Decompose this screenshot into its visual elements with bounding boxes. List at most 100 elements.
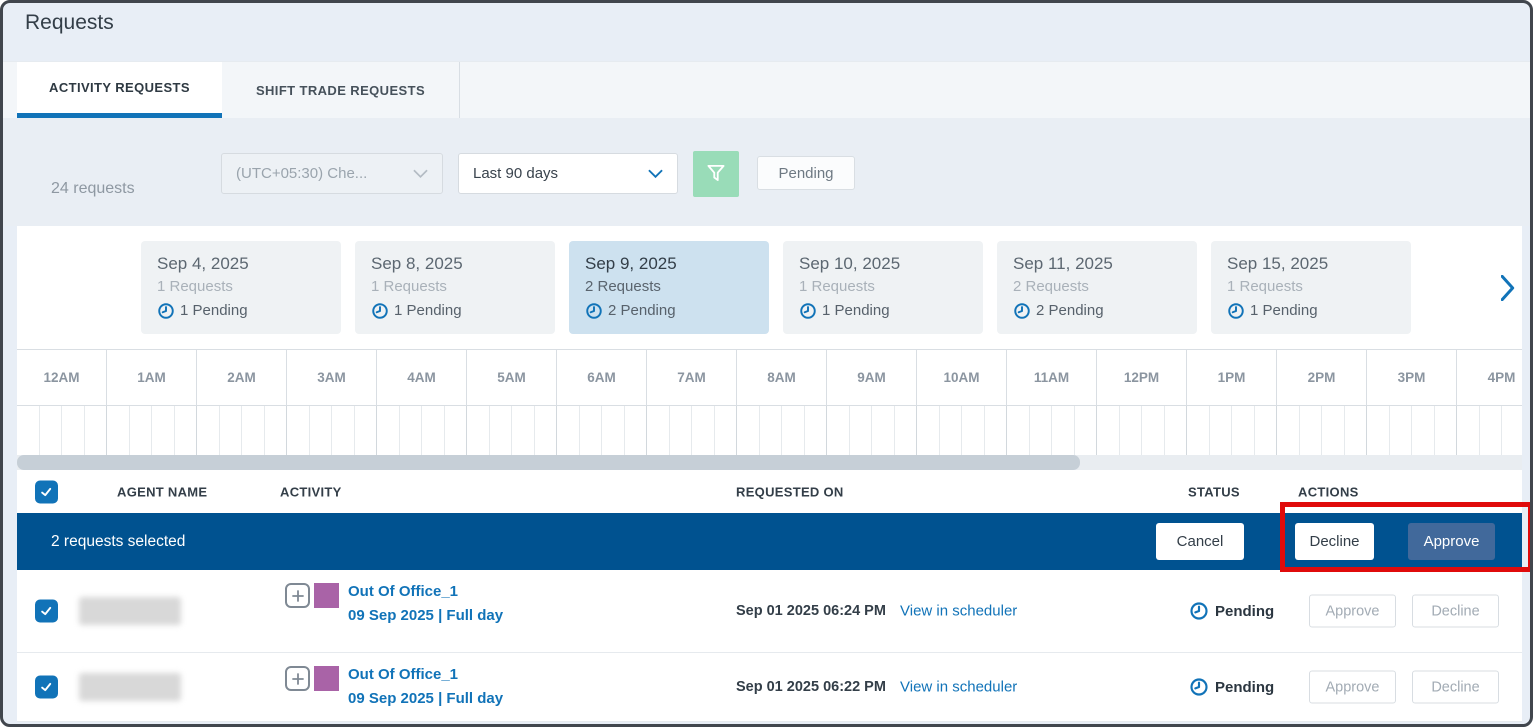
timeline-tick	[872, 406, 895, 455]
timeline-tick	[287, 406, 310, 455]
timeline-tick	[242, 406, 265, 455]
hour-label: 3AM	[317, 370, 346, 385]
table-header: AGENT NAME ACTIVITY REQUESTED ON STATUS …	[17, 470, 1522, 513]
row-checkbox[interactable]	[35, 600, 58, 623]
timeline-tick	[895, 406, 918, 455]
card-date: Sep 15, 2025	[1227, 252, 1395, 276]
selection-count-text: 2 requests selected	[51, 533, 185, 551]
clock-icon	[1013, 302, 1031, 320]
hour-label: 11AM	[1034, 370, 1069, 385]
date-card[interactable]: Sep 4, 2025 1 Requests 1 Pending	[141, 241, 341, 334]
hour-label: 4PM	[1488, 370, 1516, 385]
status-cell: Pending	[1189, 677, 1274, 697]
timeline-tick	[805, 406, 828, 455]
expand-button[interactable]	[285, 666, 310, 691]
filter-button[interactable]	[693, 151, 739, 197]
card-request-count: 1 Requests	[157, 276, 325, 298]
activity-color-swatch	[314, 583, 339, 608]
bulk-approve-button[interactable]: Approve	[1408, 523, 1495, 560]
select-all-checkbox[interactable]	[35, 480, 58, 503]
card-date: Sep 11, 2025	[1013, 252, 1181, 276]
timeline-tick	[962, 406, 985, 455]
column-header-requested-on: REQUESTED ON	[736, 484, 844, 499]
view-in-scheduler-link[interactable]: View in scheduler	[900, 679, 1017, 696]
date-card[interactable]: Sep 10, 2025 1 Requests 1 Pending	[783, 241, 983, 334]
timeline-tick	[580, 406, 603, 455]
timeline-tick	[602, 406, 625, 455]
agent-name-redacted	[79, 597, 181, 625]
timeline-tick	[1232, 406, 1255, 455]
timeline-tick	[152, 406, 175, 455]
timeline-tick	[310, 406, 333, 455]
request-rows: Out Of Office_1 09 Sep 2025 | Full day S…	[17, 570, 1522, 722]
timeline-tick	[1412, 406, 1435, 455]
clock-icon	[585, 302, 603, 320]
hour-label: 6AM	[587, 370, 616, 385]
timeline-tick	[1075, 406, 1098, 455]
clock-icon	[1189, 677, 1209, 697]
timeline-tick	[85, 406, 108, 455]
card-pending-row: 1 Pending	[371, 300, 539, 322]
row-decline-button[interactable]: Decline	[1412, 671, 1499, 704]
tab-strip: ACTIVITY REQUESTS SHIFT TRADE REQUESTS	[3, 61, 1530, 118]
date-card[interactable]: Sep 15, 2025 1 Requests 1 Pending	[1211, 241, 1411, 334]
table-row: Out Of Office_1 09 Sep 2025 | Full day S…	[17, 570, 1522, 653]
date-card[interactable]: Sep 9, 2025 2 Requests 2 Pending	[569, 241, 769, 334]
hour-label: 5AM	[497, 370, 526, 385]
row-checkbox[interactable]	[35, 676, 58, 699]
row-decline-button[interactable]: Decline	[1412, 595, 1499, 628]
requested-on: Sep 01 2025 06:22 PM	[736, 679, 886, 695]
checkbox-checked-icon	[39, 680, 54, 695]
bulk-cancel-button[interactable]: Cancel	[1156, 523, 1244, 560]
chevron-down-icon	[648, 169, 663, 179]
checkbox-checked-icon	[39, 604, 54, 619]
carousel-next-button[interactable]	[1497, 272, 1519, 304]
date-range-dropdown[interactable]: Last 90 days	[458, 153, 678, 194]
tab-shift-trade-requests[interactable]: SHIFT TRADE REQUESTS	[222, 62, 460, 118]
activity-link[interactable]: Out Of Office_1	[348, 583, 503, 600]
timeline-tick	[535, 406, 558, 455]
expand-button[interactable]	[285, 583, 310, 608]
clock-icon	[1227, 302, 1245, 320]
horizontal-scrollbar[interactable]	[17, 455, 1522, 470]
row-approve-button[interactable]: Approve	[1309, 671, 1396, 704]
bulk-decline-button[interactable]: Decline	[1295, 523, 1374, 560]
activity-link[interactable]: Out Of Office_1	[348, 666, 503, 683]
tab-activity-requests[interactable]: ACTIVITY REQUESTS	[17, 62, 222, 118]
hour-cell: 9AM	[827, 350, 917, 405]
timeline-tick	[62, 406, 85, 455]
card-pending-row: 1 Pending	[1227, 300, 1395, 322]
hour-cell: 1AM	[107, 350, 197, 405]
timeline-tick	[557, 406, 580, 455]
activity-date-link[interactable]: 09 Sep 2025 | Full day	[348, 607, 503, 624]
date-card[interactable]: Sep 11, 2025 2 Requests 2 Pending	[997, 241, 1197, 334]
hour-label: 7AM	[677, 370, 706, 385]
hour-label: 12PM	[1124, 370, 1159, 385]
pending-filter-chip[interactable]: Pending	[757, 156, 855, 190]
timeline-tick	[355, 406, 378, 455]
checkbox-checked-icon	[39, 484, 54, 499]
timeline-tick	[1345, 406, 1368, 455]
hour-cell: 8AM	[737, 350, 827, 405]
timeline-tick	[1165, 406, 1188, 455]
hour-cell: 1PM	[1187, 350, 1277, 405]
timeline-tick	[715, 406, 738, 455]
date-card[interactable]: Sep 8, 2025 1 Requests 1 Pending	[355, 241, 555, 334]
scrollbar-thumb[interactable]	[17, 455, 1080, 470]
timeline-tick	[1007, 406, 1030, 455]
hour-label: 12AM	[43, 370, 79, 385]
card-pending-count: 1 Pending	[1250, 300, 1318, 322]
timeline-tick	[40, 406, 63, 455]
timeline-hours: 12AM 1AM 2AM 3AM 4AM 5AM 6AM 7AM 8AM 9AM…	[17, 349, 1522, 405]
timeline-tick	[220, 406, 243, 455]
card-request-count: 2 Requests	[585, 276, 753, 298]
status-label: Pending	[1215, 603, 1274, 620]
card-pending-count: 1 Pending	[394, 300, 462, 322]
card-pending-row: 1 Pending	[157, 300, 325, 322]
card-pending-row: 2 Pending	[585, 300, 753, 322]
filter-bar: 24 requests (UTC+05:30) Che... Last 90 d…	[3, 118, 1530, 226]
activity-date-link[interactable]: 09 Sep 2025 | Full day	[348, 690, 503, 707]
row-approve-button[interactable]: Approve	[1309, 595, 1396, 628]
view-in-scheduler-link[interactable]: View in scheduler	[900, 603, 1017, 620]
timezone-dropdown[interactable]: (UTC+05:30) Che...	[221, 153, 443, 194]
